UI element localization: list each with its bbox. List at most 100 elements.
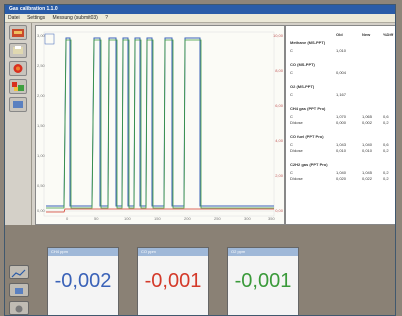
row-new: 1,040 (362, 142, 373, 147)
row-new: 0,022 (362, 176, 373, 181)
window-title: Gas calibration 1.1.0 (5, 5, 395, 14)
col-new: New (362, 32, 371, 37)
right-tick: 6,00 (275, 103, 283, 108)
row-old: 0,004 (336, 70, 347, 75)
row-old: 0,010 (336, 148, 347, 153)
calibrate-button[interactable] (9, 25, 27, 40)
row-pct: 0,2 (383, 120, 389, 125)
calibration-table: Old New %Diff Methane (MS-PPT) C 1,010 CO (… (285, 25, 395, 225)
bottom-left-panel (5, 225, 33, 315)
gauge-label: O2 ppm (228, 248, 298, 256)
chart-icon (11, 269, 26, 278)
row-name: C (290, 48, 293, 53)
x-tick: 50 (94, 216, 99, 221)
gauge-ch4: CH4 ppm -0,002 (47, 247, 119, 315)
row-name: D/dose (290, 120, 303, 125)
table-section-title: CO (MS-PPT) (290, 62, 394, 68)
menu-item-help[interactable]: ? (105, 15, 108, 21)
row-old: 1,167 (336, 92, 347, 97)
col-pct: %Diff (383, 32, 394, 37)
row-name: Methane (MS-PPT) (290, 40, 326, 45)
table-row: C 0,004 (290, 70, 394, 76)
signal-plot: 3,00 2,50 2,00 1,50 1,00 0,50 0,00 10,00… (35, 25, 285, 225)
right-tick: 8,00 (275, 68, 283, 73)
left-tick: 3,00 (37, 33, 45, 38)
print-button[interactable] (9, 43, 27, 58)
row-pct: 0,6 (383, 142, 389, 147)
right-tick: 10,00 (272, 33, 283, 38)
left-tick: 1,00 (37, 153, 45, 158)
right-tick: 2,00 (275, 173, 283, 178)
calibrate-icon (12, 29, 24, 37)
x-tick: 300 (244, 216, 251, 221)
print-icon (13, 46, 23, 54)
row-name: C (290, 114, 293, 119)
gauge-value: -0,002 (54, 270, 112, 292)
row-name: O2 (MS-PPT) (290, 84, 315, 89)
right-tick: 4,00 (275, 138, 283, 143)
row-name: C (290, 92, 293, 97)
gauge-value: -0,001 (234, 270, 292, 292)
table-row: D/dose 0,020 0,022 0,2 (290, 176, 394, 182)
row-pct: 0,6 (383, 114, 389, 119)
col-old: Old (336, 32, 343, 37)
row-name: D/dose (290, 148, 303, 153)
menu-item-messung[interactable]: Messung (submit03) (53, 15, 98, 21)
menu-item-datei[interactable]: Datei (8, 15, 20, 21)
left-tick: 2,00 (37, 93, 45, 98)
gauge-label: CH4 ppm (48, 248, 118, 256)
left-tick: 0,00 (37, 208, 45, 213)
row-name: C (290, 142, 293, 147)
table-section-title: C2H2 gas (PPT Pro) (290, 162, 394, 168)
settings-button[interactable] (9, 301, 29, 315)
row-new: 0,002 (362, 120, 373, 125)
table-row: C 1,010 (290, 48, 394, 54)
row-name: C (290, 170, 293, 175)
row-new: 1,045 (362, 170, 373, 175)
row-name: D/dose (290, 176, 303, 181)
table-section-title: Methane (MS-PPT) (290, 40, 394, 46)
display-icon (13, 101, 23, 108)
row-name: C2H2 gas (PPT Pro) (290, 162, 328, 167)
table-row: C 1,167 (290, 92, 394, 98)
row-old: 1,043 (336, 142, 347, 147)
menu-bar: Datei Settings Messung (submit03) ? (5, 14, 395, 23)
row-pct: 0,2 (383, 176, 389, 181)
row-old: 0,020 (336, 176, 347, 181)
table-row: D/dose 0,000 0,002 0,2 (290, 120, 394, 126)
gas-icon (12, 82, 24, 91)
left-tick: 2,50 (37, 63, 45, 68)
app-window: Gas calibration 1.1.0 Datei Settings Mes… (4, 4, 396, 316)
row-name: CO fuel (PPT Pro) (290, 134, 324, 139)
menu-item-settings[interactable]: Settings (27, 15, 45, 21)
gas-button[interactable] (9, 79, 27, 94)
globe-button[interactable] (9, 61, 27, 76)
table-header: Old New %Diff (290, 32, 394, 38)
tool-button[interactable] (9, 283, 29, 297)
green-trace (46, 39, 274, 209)
plot-canvas (43, 31, 275, 217)
gauge-panel: CH4 ppm -0,002 CO ppm -0,001 O2 ppm -0,0… (33, 225, 395, 315)
gear-icon (15, 305, 23, 313)
row-name: CH4 gas (PPT Pro) (290, 106, 326, 111)
row-old: 1,010 (336, 48, 347, 53)
x-tick: 250 (214, 216, 221, 221)
gauge-co: CO ppm -0,001 (137, 247, 209, 315)
x-tick: 200 (184, 216, 191, 221)
gauge-label: CO ppm (138, 248, 208, 256)
x-tick: 150 (154, 216, 161, 221)
row-name: C (290, 70, 293, 75)
row-old: 1,040 (336, 170, 347, 175)
table-row: D/dose 0,010 0,010 0,2 (290, 148, 394, 154)
row-old: 0,000 (336, 120, 347, 125)
row-name: CO (MS-PPT) (290, 62, 315, 67)
row-pct: 0,2 (383, 148, 389, 153)
display-button[interactable] (9, 97, 27, 112)
row-pct: 0,2 (383, 170, 389, 175)
left-tick: 0,50 (37, 183, 45, 188)
row-old: 1,070 (336, 114, 347, 119)
chart-button[interactable] (9, 265, 29, 279)
left-tick: 1,50 (37, 123, 45, 128)
table-section-title: CO fuel (PPT Pro) (290, 134, 394, 140)
table-section-title: CH4 gas (PPT Pro) (290, 106, 394, 112)
